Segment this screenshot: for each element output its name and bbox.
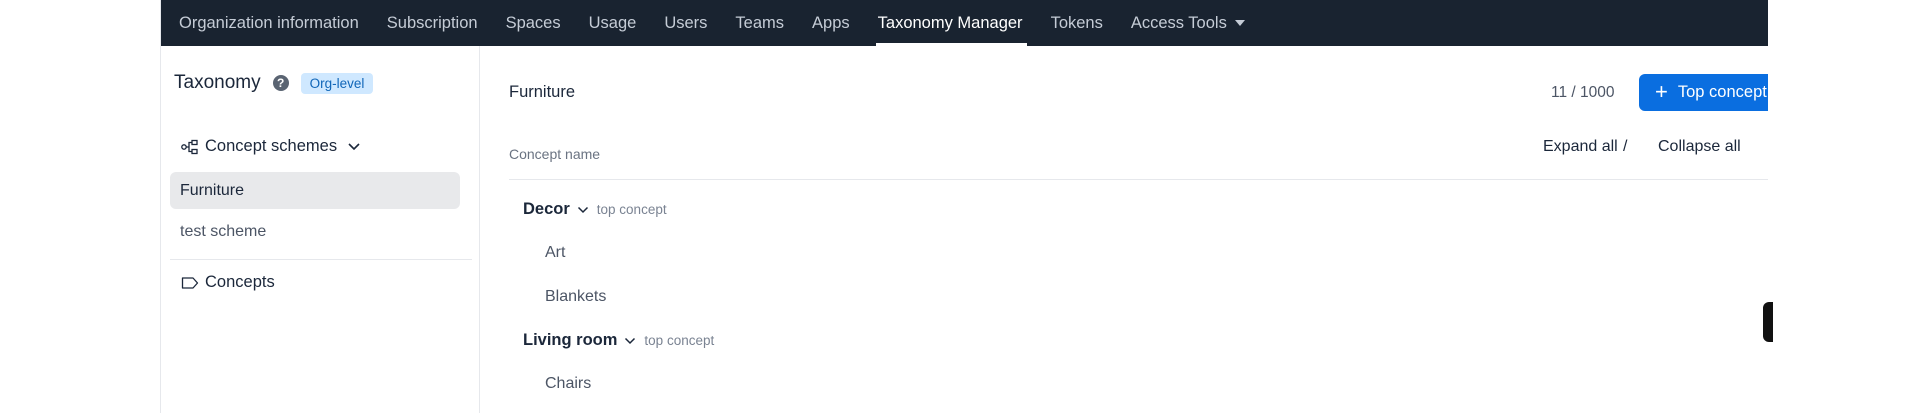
nav-users[interactable]: Users — [664, 0, 707, 46]
nav-taxonomy-manager[interactable]: Taxonomy Manager — [875, 0, 1027, 46]
add-top-concept-label: Top concept — [1677, 83, 1767, 101]
concepts-label: Concepts — [205, 273, 275, 291]
org-level-badge: Org-level — [300, 72, 374, 94]
sidebar-header: Taxonomy ? Org-level — [174, 72, 374, 94]
add-top-concept-button[interactable]: + Top concept — [1639, 74, 1768, 111]
concept-counter: 11 / 1000 — [1551, 84, 1615, 101]
tree-node-living-room[interactable]: Living room top concept — [523, 331, 714, 350]
nav-spaces[interactable]: Spaces — [506, 0, 561, 46]
nav-apps[interactable]: Apps — [812, 0, 850, 46]
caret-down-icon — [1234, 20, 1245, 26]
expand-all-link[interactable]: Expand all — [1543, 138, 1618, 156]
nav-usage[interactable]: Usage — [589, 0, 637, 46]
tree-node-blankets[interactable]: Blankets — [545, 288, 606, 306]
concepts-nav[interactable]: Concepts — [181, 273, 275, 292]
concept-schemes-label: Concept schemes — [205, 137, 338, 155]
nav-teams[interactable]: Teams — [735, 0, 784, 46]
scheme-hierarchy-icon — [181, 139, 198, 154]
nav-tokens[interactable]: Tokens — [1051, 0, 1103, 46]
concept-schemes-toggle[interactable]: Concept schemes — [181, 137, 367, 156]
chevron-down-icon[interactable] — [624, 337, 636, 345]
tree-node-art[interactable]: Art — [545, 244, 565, 262]
sidebar: Taxonomy ? Org-level Concept schemes Fur… — [161, 46, 480, 413]
scheme-title: Furniture — [509, 83, 576, 101]
scheme-item-test-scheme[interactable]: test scheme — [170, 213, 460, 250]
main-content: Furniture 11 / 1000 + Top concept Concep… — [481, 46, 1768, 413]
nav-access-tools-label: Access Tools — [1130, 13, 1227, 32]
separator: / — [1623, 138, 1628, 155]
tag-icon — [181, 276, 199, 289]
sidebar-divider — [170, 259, 472, 260]
tree-node-chairs[interactable]: Chairs — [545, 375, 591, 393]
tree-node-decor[interactable]: Decor top concept — [523, 200, 667, 219]
nav-access-tools[interactable]: Access Tools — [1131, 0, 1245, 46]
top-concept-tag: top concept — [644, 333, 715, 348]
chevron-down-icon — [348, 142, 360, 150]
chevron-down-icon[interactable] — [577, 206, 589, 214]
nav-subscription[interactable]: Subscription — [387, 0, 478, 46]
top-concept-tag: top concept — [596, 202, 667, 217]
column-header-concept-name: Concept name — [509, 146, 601, 162]
sidebar-title: Taxonomy — [174, 72, 261, 93]
nav-organization-information[interactable]: Organization information — [179, 0, 359, 46]
app-frame: Organization information Subscription Sp… — [160, 0, 1768, 413]
scheme-item-furniture[interactable]: Furniture — [170, 172, 460, 209]
tree-node-name: Decor — [523, 200, 570, 218]
top-navigation: Organization information Subscription Sp… — [161, 0, 1768, 46]
help-icon[interactable]: ? — [272, 75, 289, 91]
plus-icon: + — [1655, 78, 1668, 104]
collapse-all-link[interactable]: Collapse all — [1658, 138, 1741, 156]
header-divider — [509, 179, 1768, 180]
tree-node-name: Living room — [523, 331, 618, 349]
floating-side-tab[interactable] — [1763, 302, 1773, 342]
